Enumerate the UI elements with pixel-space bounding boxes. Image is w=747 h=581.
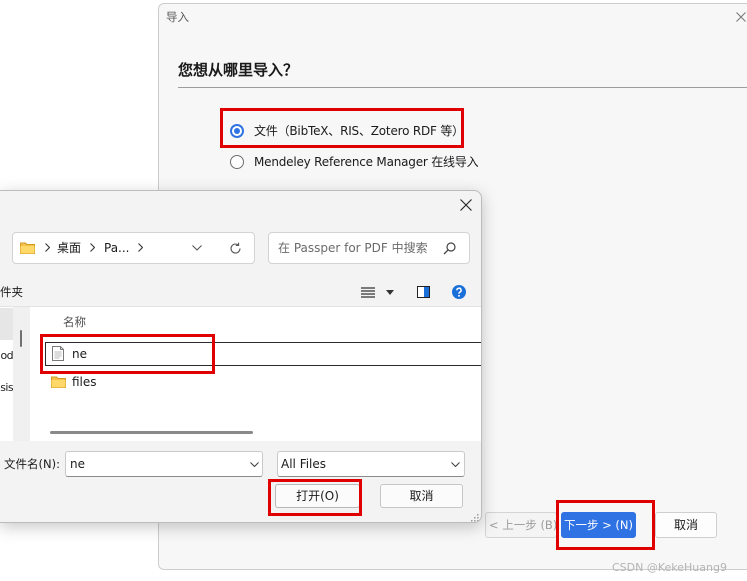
chevron-down-icon[interactable] (192, 245, 202, 251)
open-button[interactable]: 打开(O) (275, 484, 360, 508)
heading-divider (178, 87, 747, 88)
import-option-mendeley[interactable]: Mendeley Reference Manager 在线导入 (230, 151, 610, 173)
address-bar[interactable]: 桌面 Pa... (12, 232, 255, 264)
watermark: CSDN @KekeHuang9 (612, 561, 727, 574)
filename-label: 文件名(N): (4, 457, 60, 471)
resize-grip-icon[interactable] (470, 513, 479, 522)
nav-item-selected[interactable] (0, 308, 13, 340)
dialog-title: 导入 (166, 10, 189, 24)
horizontal-scrollbar-thumb[interactable] (50, 431, 253, 434)
breadcrumb-current-folder[interactable]: Pa... (104, 233, 130, 263)
folder-icon (51, 376, 66, 388)
nav-scrollbar[interactable] (13, 307, 30, 441)
dropdown-triangle-icon (386, 290, 394, 295)
file-open-dialog: 桌面 Pa... 件夹 (0, 190, 482, 523)
filename-input[interactable] (66, 452, 242, 476)
nav-scrollbar-thumb[interactable] (20, 330, 22, 347)
nav-item[interactable]: od (0, 349, 13, 363)
page-heading: 您想从哪里导入？ (178, 61, 299, 79)
navigation-pane: od sis (0, 307, 13, 441)
breadcrumb-desktop[interactable]: 桌面 (57, 233, 81, 263)
preview-pane-icon[interactable] (417, 286, 430, 298)
chevron-right-icon[interactable] (138, 243, 143, 252)
file-icon (52, 346, 64, 361)
view-options-button[interactable] (359, 284, 397, 300)
view-list-icon (361, 287, 375, 298)
filename-combobox[interactable] (65, 451, 263, 477)
filetype-select[interactable]: All Files (277, 451, 465, 477)
table-row[interactable]: ne (45, 342, 481, 366)
file-list: 名称 ne files (30, 307, 481, 441)
search-input[interactable] (269, 233, 439, 263)
close-icon[interactable] (460, 199, 472, 211)
radio-file[interactable] (230, 124, 244, 138)
chevron-right-icon[interactable] (90, 243, 95, 252)
chevron-right-icon (45, 243, 50, 252)
refresh-icon[interactable] (229, 242, 242, 255)
chevron-down-icon (451, 462, 460, 467)
next-button[interactable]: 下一步 > (N) (561, 512, 636, 538)
file-name[interactable]: ne (72, 343, 87, 365)
chevron-down-icon[interactable] (250, 462, 259, 467)
search-icon[interactable] (443, 242, 456, 255)
cancel-button[interactable]: 取消 (380, 484, 463, 508)
close-icon[interactable] (736, 12, 746, 22)
file-name[interactable]: files (72, 371, 97, 393)
radio-mendeley-label[interactable]: Mendeley Reference Manager 在线导入 (254, 154, 479, 170)
nav-item[interactable]: sis (0, 381, 13, 395)
folder-icon (20, 242, 35, 254)
table-row[interactable]: files (45, 370, 481, 394)
back-button[interactable]: < 上一步 (B) (485, 512, 557, 538)
import-option-file[interactable]: 文件（BibTeX、RIS、Zotero RDF 等） (230, 120, 610, 142)
radio-mendeley[interactable] (230, 155, 244, 169)
browse-area: od sis 名称 ne files (0, 306, 481, 441)
column-header-name[interactable]: 名称 (63, 315, 86, 329)
search-box[interactable] (268, 232, 470, 264)
filetype-value: All Files (281, 457, 327, 471)
new-folder-button[interactable]: 件夹 (0, 284, 23, 300)
cancel-button[interactable]: 取消 (655, 512, 717, 538)
help-icon[interactable] (452, 285, 466, 299)
radio-file-label[interactable]: 文件（BibTeX、RIS、Zotero RDF 等） (254, 123, 464, 139)
